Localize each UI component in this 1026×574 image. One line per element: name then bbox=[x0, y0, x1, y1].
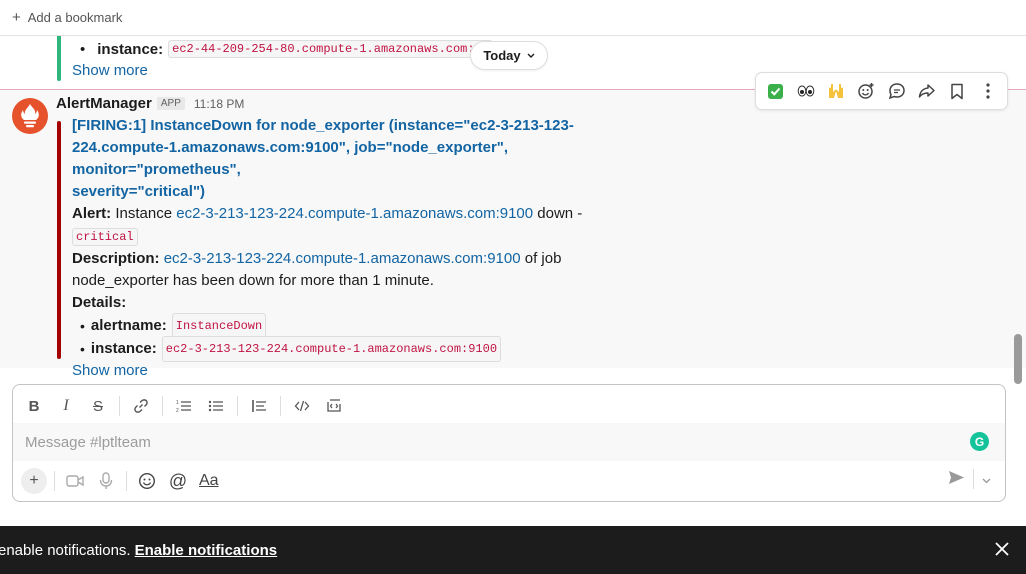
detail-code: ec2-44-209-254-80.compute-1.amazonaws.co… bbox=[168, 40, 493, 58]
detail-key: instance: bbox=[97, 40, 164, 58]
toolbar-divider bbox=[973, 469, 974, 489]
bookmark-icon[interactable] bbox=[944, 78, 970, 104]
alert-text-pre: Instance bbox=[115, 205, 173, 222]
eyes-emoji-icon[interactable] bbox=[793, 78, 819, 104]
attachment-color-bar bbox=[57, 36, 61, 81]
alert-label: Alert: bbox=[72, 205, 112, 222]
close-icon[interactable] bbox=[993, 540, 1011, 558]
check-mark-emoji-icon[interactable] bbox=[762, 78, 788, 104]
schedule-send-chevron-icon[interactable] bbox=[982, 471, 991, 488]
svg-text:1: 1 bbox=[176, 400, 179, 406]
attachment-color-bar bbox=[57, 121, 61, 359]
detail-key: instance: bbox=[90, 339, 157, 357]
link-icon[interactable] bbox=[128, 393, 154, 419]
app-badge: APP bbox=[156, 97, 185, 110]
alert-title-line[interactable]: [FIRING:1] InstanceDown for node_exporte… bbox=[72, 115, 672, 137]
svg-text:2: 2 bbox=[176, 408, 179, 413]
mention-icon[interactable]: @ bbox=[165, 468, 191, 494]
message-body: [FIRING:1] InstanceDown for node_exporte… bbox=[72, 115, 672, 382]
detail-code: InstanceDown bbox=[171, 312, 267, 339]
microphone-icon[interactable] bbox=[93, 468, 119, 494]
send-icon[interactable] bbox=[948, 470, 965, 489]
severity-code: critical bbox=[72, 228, 138, 246]
show-more-link[interactable]: Show more bbox=[72, 62, 148, 79]
notification-banner: enable notifications. Enable notificatio… bbox=[0, 526, 1026, 574]
format-text-icon[interactable]: Aa bbox=[196, 468, 222, 494]
bulleted-list-icon[interactable] bbox=[203, 393, 229, 419]
message-actions-toolbar bbox=[755, 72, 1008, 110]
detail-item: • instance: ec2-44-209-254-80.compute-1.… bbox=[80, 40, 493, 58]
sender-name[interactable]: AlertManager bbox=[56, 95, 152, 112]
description-label: Description: bbox=[72, 250, 160, 267]
composer-actions: + @ Aa bbox=[21, 467, 222, 495]
severity-line: critical bbox=[72, 225, 672, 248]
message-input[interactable] bbox=[25, 431, 925, 453]
forward-icon[interactable] bbox=[914, 78, 940, 104]
toolbar-divider bbox=[162, 396, 163, 416]
code-block-icon[interactable] bbox=[321, 393, 347, 419]
chevron-down-icon bbox=[527, 53, 535, 58]
alert-line: Alert: Instance ec2-3-213-123-224.comput… bbox=[72, 203, 672, 225]
video-clip-icon[interactable] bbox=[62, 468, 88, 494]
prometheus-logo-icon bbox=[21, 104, 39, 128]
alert-title-line[interactable]: severity="critical") bbox=[72, 181, 672, 203]
code-icon[interactable] bbox=[289, 393, 315, 419]
description-line-2: node_exporter has been down for more tha… bbox=[72, 272, 434, 289]
bullet-dot: • bbox=[80, 40, 86, 58]
bookmark-bar: + Add a bookmark bbox=[0, 0, 1026, 36]
message-composer: B I S 12 G + bbox=[12, 384, 1006, 502]
message: AlertManager APP 11:18 PM [FIRING:1] Ins… bbox=[0, 90, 1026, 379]
show-more-link[interactable]: Show more bbox=[72, 360, 672, 382]
bullet-dot: • bbox=[80, 317, 85, 334]
formatting-toolbar: B I S 12 bbox=[21, 392, 347, 420]
banner-text: enable notifications. bbox=[0, 541, 131, 559]
ordered-list-icon[interactable]: 12 bbox=[171, 393, 197, 419]
details-list: • alertname: InstanceDown • instance: ec… bbox=[72, 312, 672, 362]
plus-icon[interactable]: + bbox=[12, 9, 21, 26]
alert-instance-link[interactable]: ec2-3-213-123-224.compute-1.amazonaws.co… bbox=[176, 205, 533, 222]
alert-text-post: down - bbox=[537, 205, 583, 222]
scrollbar-thumb[interactable] bbox=[1014, 334, 1022, 384]
message-input-area: G bbox=[13, 423, 1005, 461]
toolbar-divider bbox=[119, 396, 120, 416]
detail-item: • instance: ec2-3-213-123-224.compute-1.… bbox=[72, 335, 672, 362]
reply-thread-icon[interactable] bbox=[884, 78, 910, 104]
strikethrough-icon[interactable]: S bbox=[85, 393, 111, 419]
add-reaction-icon[interactable] bbox=[853, 78, 879, 104]
toolbar-divider bbox=[54, 471, 55, 491]
description-instance-link[interactable]: ec2-3-213-123-224.compute-1.amazonaws.co… bbox=[164, 250, 521, 267]
toolbar-divider bbox=[237, 396, 238, 416]
toolbar-divider bbox=[280, 396, 281, 416]
alert-title-line[interactable]: 224.compute-1.amazonaws.com:9100", job="… bbox=[72, 137, 672, 181]
emoji-icon[interactable] bbox=[134, 468, 160, 494]
details-label: Details: bbox=[72, 294, 127, 311]
enable-notifications-link[interactable]: Enable notifications bbox=[135, 542, 278, 559]
grammarly-icon[interactable]: G bbox=[970, 432, 989, 451]
raised-hands-emoji-icon[interactable] bbox=[823, 78, 849, 104]
toolbar-divider bbox=[126, 471, 127, 491]
avatar[interactable] bbox=[12, 98, 48, 134]
more-icon[interactable] bbox=[975, 78, 1001, 104]
detail-code: ec2-3-213-123-224.compute-1.amazonaws.co… bbox=[161, 335, 502, 362]
date-divider-label: Today bbox=[483, 48, 521, 63]
bold-icon[interactable]: B bbox=[21, 393, 47, 419]
detail-item: • alertname: InstanceDown bbox=[72, 312, 672, 339]
add-bookmark-label[interactable]: Add a bookmark bbox=[28, 10, 123, 25]
attach-plus-button[interactable]: + bbox=[21, 468, 47, 494]
date-divider-button[interactable]: Today bbox=[470, 41, 548, 70]
message-timestamp[interactable]: 11:18 PM bbox=[194, 97, 244, 111]
italic-icon[interactable]: I bbox=[53, 393, 79, 419]
detail-key: alertname: bbox=[90, 316, 167, 334]
blockquote-icon[interactable] bbox=[246, 393, 272, 419]
message-header: AlertManager APP 11:18 PM bbox=[56, 95, 244, 112]
send-controls bbox=[948, 469, 991, 489]
description-line: Description: ec2-3-213-123-224.compute-1… bbox=[72, 248, 672, 270]
description-post: of job bbox=[524, 250, 562, 267]
bullet-dot: • bbox=[80, 340, 85, 357]
